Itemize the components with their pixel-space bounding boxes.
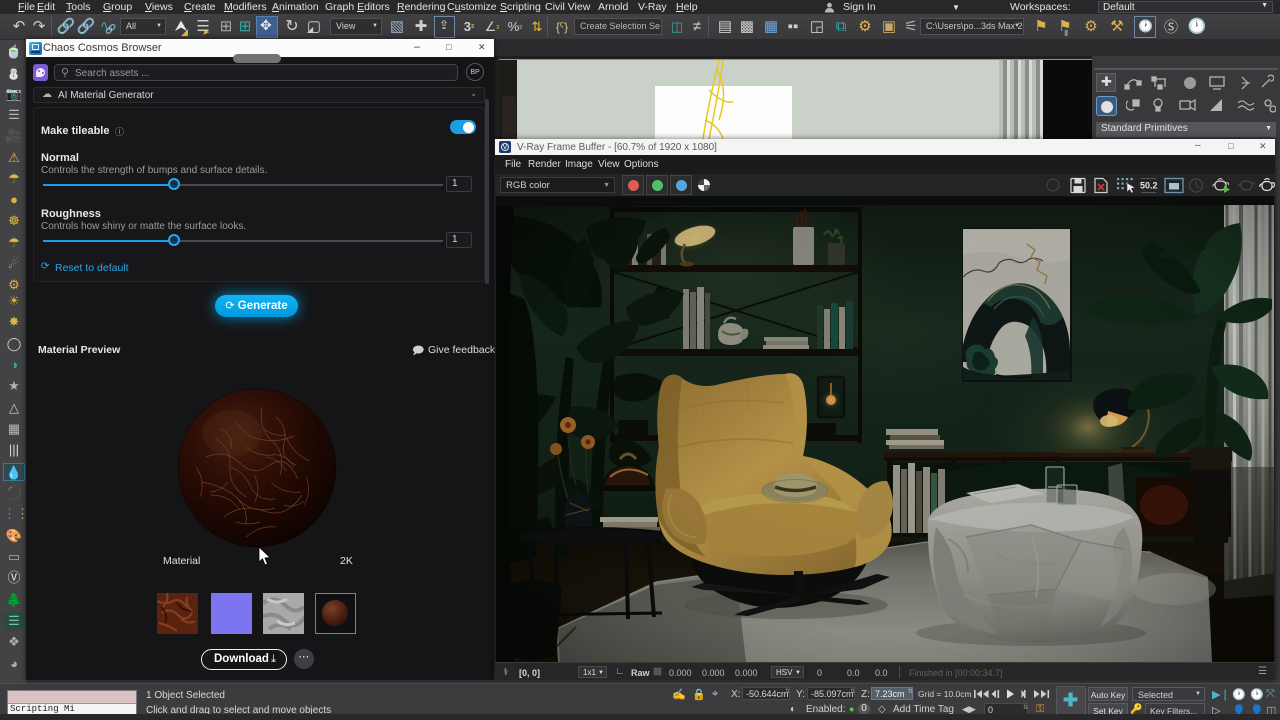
svg-text:50.2: 50.2	[1140, 181, 1158, 191]
